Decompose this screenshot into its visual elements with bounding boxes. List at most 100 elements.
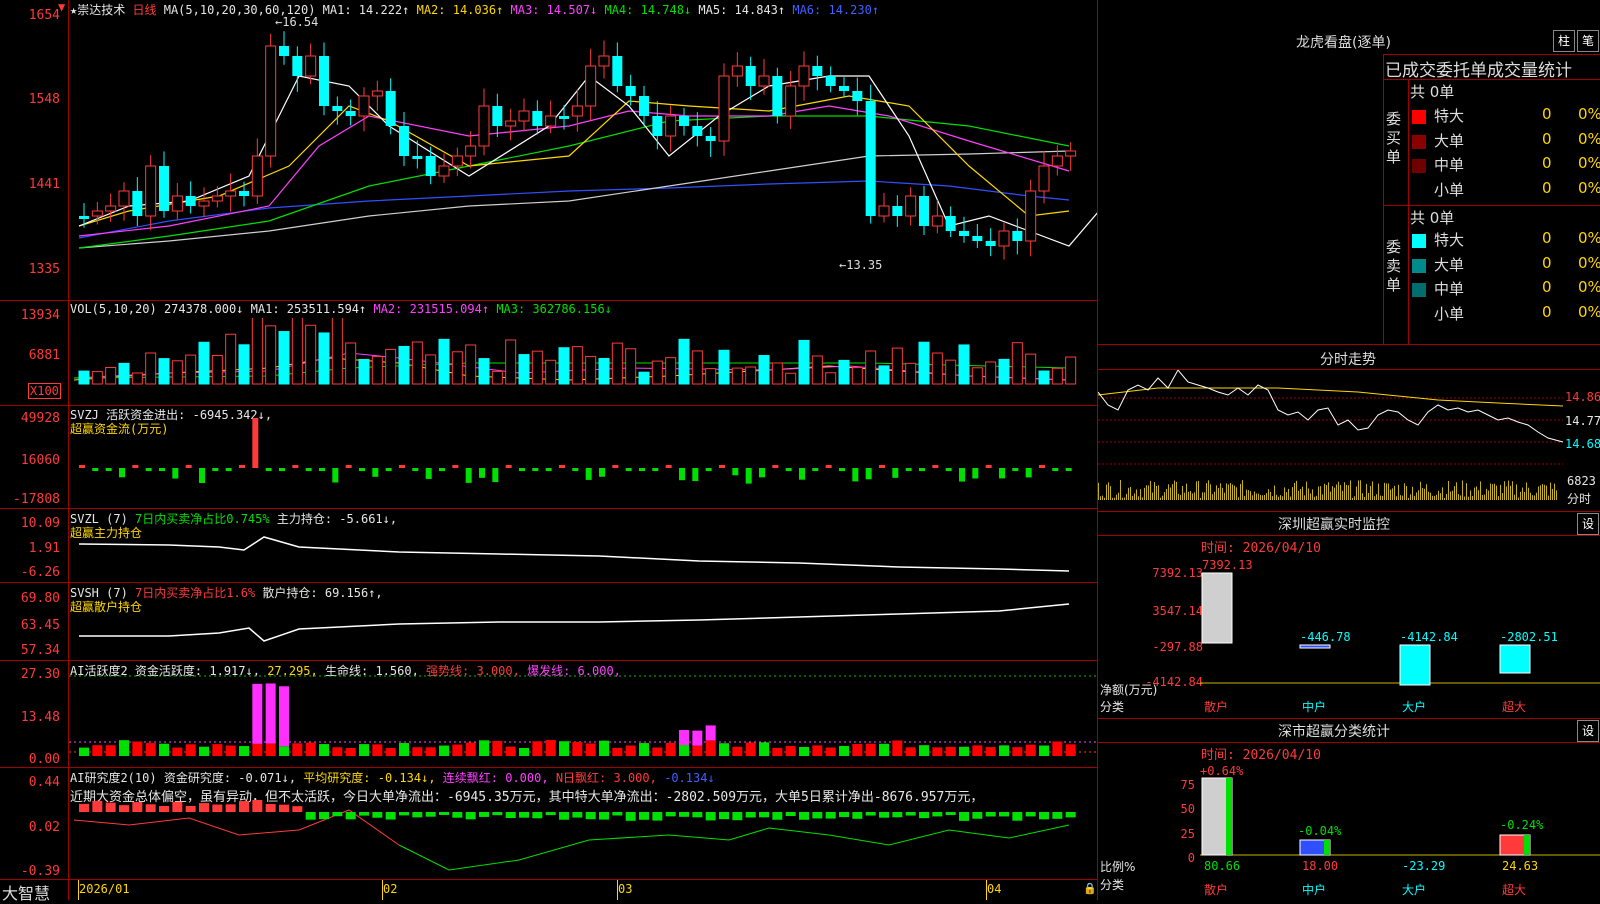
ai2-chart[interactable] bbox=[69, 800, 1097, 878]
bar-mode-button[interactable]: 柱 bbox=[1553, 30, 1575, 52]
flow-bar bbox=[119, 468, 125, 478]
vol-ma1: MA1: 253511.594↑ bbox=[250, 302, 367, 316]
lock-icon[interactable]: 🔒 bbox=[1083, 882, 1097, 895]
research-bar bbox=[799, 812, 809, 820]
intraday-vol-bar bbox=[1528, 487, 1529, 500]
intraday-vol-bar bbox=[1240, 483, 1241, 500]
intraday-vol-bar bbox=[1162, 495, 1163, 500]
research-bar bbox=[999, 812, 1009, 817]
volume-bar bbox=[638, 371, 650, 385]
intraday-vol-bar bbox=[1378, 483, 1379, 500]
panel-divider bbox=[0, 300, 1098, 301]
activity-bar bbox=[79, 747, 89, 756]
research-bar bbox=[892, 812, 903, 818]
research-bar bbox=[425, 812, 436, 817]
intraday-vol-bar bbox=[1270, 491, 1271, 500]
m2-chart[interactable] bbox=[1200, 760, 1600, 860]
research-bar bbox=[839, 812, 849, 818]
sell-row-name: 特大 bbox=[1434, 231, 1465, 249]
period-label[interactable]: 日线 bbox=[132, 3, 156, 17]
x-label: 04 bbox=[987, 882, 1002, 896]
intraday-chart[interactable] bbox=[1098, 370, 1600, 510]
vol-header: VOL(5,10,20) 274378.000↓ MA1: 253511.594… bbox=[70, 302, 612, 316]
intraday-vol-bar bbox=[1128, 487, 1129, 500]
ai2-t3: 连续飘红: 0.000, bbox=[442, 771, 549, 785]
research-bar bbox=[679, 812, 689, 817]
intraday-vol-bar bbox=[1268, 489, 1269, 500]
flow-bar bbox=[319, 468, 325, 471]
volume-bar bbox=[278, 331, 290, 385]
flow-bar bbox=[692, 468, 699, 482]
intraday-vol-bar bbox=[1418, 490, 1419, 500]
candle bbox=[945, 206, 956, 238]
m2-settings-button[interactable]: 设 bbox=[1577, 720, 1599, 742]
intraday-vol-bar bbox=[1536, 492, 1537, 500]
volume-bar bbox=[625, 348, 637, 385]
intraday-vol-bar bbox=[1452, 490, 1453, 500]
m1-unit: 净额(万元) bbox=[1100, 683, 1158, 697]
sell-color-swatch bbox=[1412, 283, 1426, 297]
activity-bar bbox=[652, 747, 663, 756]
panel-divider bbox=[0, 879, 1098, 880]
candle bbox=[931, 200, 943, 234]
activity-bar bbox=[305, 742, 316, 756]
volume-bar bbox=[251, 318, 263, 385]
research-bar bbox=[572, 812, 583, 818]
sell-color-swatch bbox=[1412, 307, 1426, 322]
intraday-vol-bar bbox=[1408, 497, 1409, 500]
intraday-vol-bar bbox=[1436, 494, 1437, 500]
intraday-vol-bar bbox=[1246, 489, 1247, 500]
m2-ytick: 0 bbox=[1187, 851, 1195, 865]
volume-bar bbox=[318, 332, 330, 385]
y-tick: -17808 bbox=[13, 492, 60, 507]
volume-chart[interactable] bbox=[69, 318, 1097, 400]
activity-bar bbox=[612, 747, 623, 756]
m2-bar bbox=[1201, 777, 1233, 856]
intraday-vol-bar bbox=[1414, 495, 1415, 500]
y-tick: 6881 bbox=[28, 348, 60, 363]
volume-bar bbox=[238, 344, 250, 385]
volume-bar bbox=[1025, 353, 1037, 385]
intraday-vol-bar bbox=[1110, 486, 1111, 500]
m1-chart[interactable]: 7392.13 -446.78 -4142.84 -2802.51 bbox=[1200, 555, 1600, 695]
candlestick-chart[interactable]: ←16.54 ←13.35 bbox=[69, 16, 1097, 298]
flow-bar bbox=[599, 468, 605, 477]
flow-bar bbox=[292, 465, 299, 468]
svsh-chart[interactable] bbox=[69, 586, 1097, 658]
candle bbox=[598, 40, 610, 79]
research-bar bbox=[79, 803, 89, 812]
flow-bar bbox=[799, 468, 805, 480]
volume-bar bbox=[718, 349, 730, 385]
ai1-chart[interactable] bbox=[69, 662, 1097, 766]
intraday-vol-bar bbox=[1214, 491, 1215, 500]
tick-mode-button[interactable]: 笔 bbox=[1577, 30, 1599, 52]
intraday-vol-bar bbox=[1510, 485, 1511, 500]
volume-bar bbox=[771, 362, 783, 385]
activity-bar bbox=[332, 747, 343, 756]
activity-bar bbox=[479, 740, 489, 756]
volume-bar bbox=[265, 325, 277, 385]
intraday-vol-bar bbox=[1190, 491, 1191, 500]
sell-row-count: 0 bbox=[1542, 229, 1552, 247]
intraday-vol-bar bbox=[1180, 494, 1181, 500]
intraday-vol-bar bbox=[1106, 484, 1107, 500]
volume-bar bbox=[545, 359, 557, 385]
research-bar bbox=[385, 812, 396, 820]
intraday-vol-bar bbox=[1194, 492, 1195, 500]
activity-bar bbox=[412, 747, 423, 756]
svzl-chart[interactable] bbox=[69, 512, 1097, 580]
intraday-vol-bar bbox=[1538, 486, 1539, 500]
activity-bar bbox=[879, 743, 889, 756]
m1-bar-value: -2802.51 bbox=[1500, 630, 1558, 644]
svzj-chart[interactable] bbox=[69, 418, 1097, 506]
intraday-vol-bar bbox=[1334, 487, 1335, 500]
x-tick bbox=[382, 880, 383, 900]
candle bbox=[919, 185, 929, 235]
buy-row-count: 0 bbox=[1542, 154, 1552, 172]
candle bbox=[812, 55, 823, 91]
m1-settings-button[interactable]: 设 bbox=[1577, 513, 1599, 535]
stock-title[interactable]: ★崇达技术 bbox=[70, 3, 125, 17]
intraday-vol-bar bbox=[1202, 492, 1203, 500]
research-bar bbox=[759, 812, 769, 818]
intraday-vol-bar bbox=[1248, 490, 1249, 500]
